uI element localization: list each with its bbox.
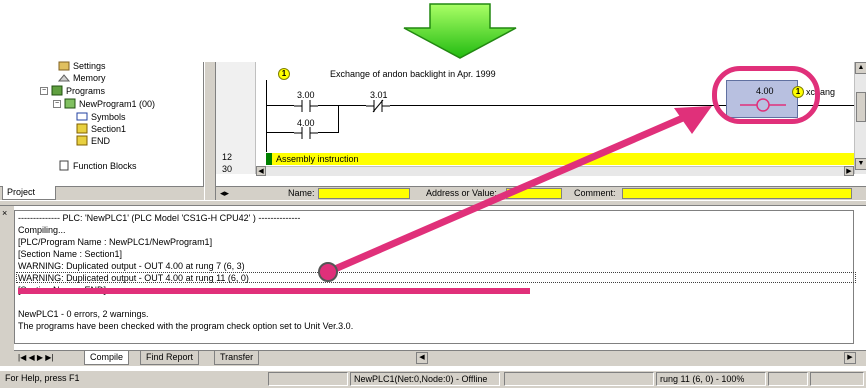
output-horizontal-scrollbar[interactable]: ◀ ▶ (416, 352, 856, 364)
rung-number-gutter: 12 30 (216, 62, 256, 174)
scroll-right-icon[interactable]: ▶ (844, 352, 856, 364)
section-icon (76, 123, 88, 134)
collapse-toggle[interactable]: − (40, 86, 48, 95)
output-line: [PLC/Program Name : NewPLC1/NewProgram1] (18, 237, 213, 247)
tab-compile[interactable]: Compile (84, 351, 130, 365)
output-line-selected[interactable]: WARNING: Duplicated output - OUT 4.00 at… (18, 273, 249, 283)
scroll-thumb[interactable] (856, 92, 866, 122)
output-line: NewPLC1 - 0 errors, 2 warnings. (18, 309, 149, 319)
scroll-down-icon[interactable]: ▼ (855, 158, 866, 170)
programs-icon (51, 85, 63, 96)
program-icon (64, 98, 76, 109)
status-pane-empty (268, 372, 348, 386)
rung-number: 12 (222, 152, 233, 162)
scroll-right-icon[interactable]: ▶ (844, 166, 854, 176)
scroll-up-icon[interactable]: ▲ (855, 62, 866, 74)
panel-splitter[interactable] (204, 62, 216, 200)
status-help: For Help, press F1 (5, 373, 80, 383)
tree-item-function-blocks[interactable]: Function Blocks (58, 160, 137, 171)
output-line: Compiling... (18, 225, 66, 235)
ladder-vertical-scrollbar[interactable]: ▲ ▼ (854, 62, 866, 174)
tree-item-end[interactable]: END (76, 135, 110, 146)
status-position: rung 11 (6, 0) - 100% (656, 372, 766, 386)
status-pane-empty (810, 372, 864, 386)
status-pane-empty (504, 372, 654, 386)
scroll-left-icon[interactable]: ◀ (416, 352, 428, 364)
output-line[interactable]: WARNING: Duplicated output - OUT 4.00 at… (18, 261, 245, 271)
annotation-arrow-icon (318, 106, 712, 282)
down-arrow-icon (403, 3, 517, 59)
rung-comment: Exchange of andon backlight in Apr. 1999 (330, 69, 496, 79)
settings-icon (58, 60, 70, 71)
output-window-handle: × (0, 206, 14, 366)
output-line: The programs have been checked with the … (18, 321, 354, 331)
tree-item-section1[interactable]: Section1 (76, 123, 126, 134)
output-line: -------------- PLC: 'NewPLC1' (PLC Model… (18, 213, 301, 223)
left-power-rail (266, 80, 267, 152)
tab-find-report[interactable]: Find Report (140, 351, 200, 365)
tree-item-symbols[interactable]: Symbols (76, 111, 126, 122)
tree-item-memory[interactable]: Memory (57, 72, 106, 83)
coil-highlight-ring (712, 66, 820, 124)
scroll-left-icon[interactable]: ◀ (256, 166, 266, 176)
step-number: 30 (222, 164, 233, 174)
memory-icon (57, 72, 71, 83)
symbols-icon (76, 111, 88, 122)
tab-nav-arrows-icon[interactable]: |◀ ◀ ▶ ▶| (18, 353, 53, 362)
tree-item-newprogram1[interactable]: − NewProgram1 (00) (53, 98, 155, 109)
tab-transfer[interactable]: Transfer (214, 351, 260, 365)
collapse-toggle[interactable]: − (53, 99, 61, 108)
status-plc: NewPLC1(Net:0,Node:0) - Offline (350, 372, 500, 386)
project-tree-panel: Settings Memory − Programs − NewProgram1… (0, 60, 204, 200)
tree-item-programs[interactable]: − Programs (40, 85, 105, 96)
comment-badge: 1 (278, 68, 290, 80)
status-pane-empty (768, 372, 808, 386)
close-icon[interactable]: × (2, 208, 7, 218)
nav-arrows-icon[interactable]: ◂▸ (220, 188, 229, 199)
tab-project[interactable]: Project (2, 186, 56, 200)
tree-item-settings[interactable]: Settings (58, 60, 106, 71)
end-section-icon (76, 135, 88, 146)
output-line: [Section Name : Section1] (18, 249, 123, 259)
function-blocks-icon (58, 160, 70, 171)
